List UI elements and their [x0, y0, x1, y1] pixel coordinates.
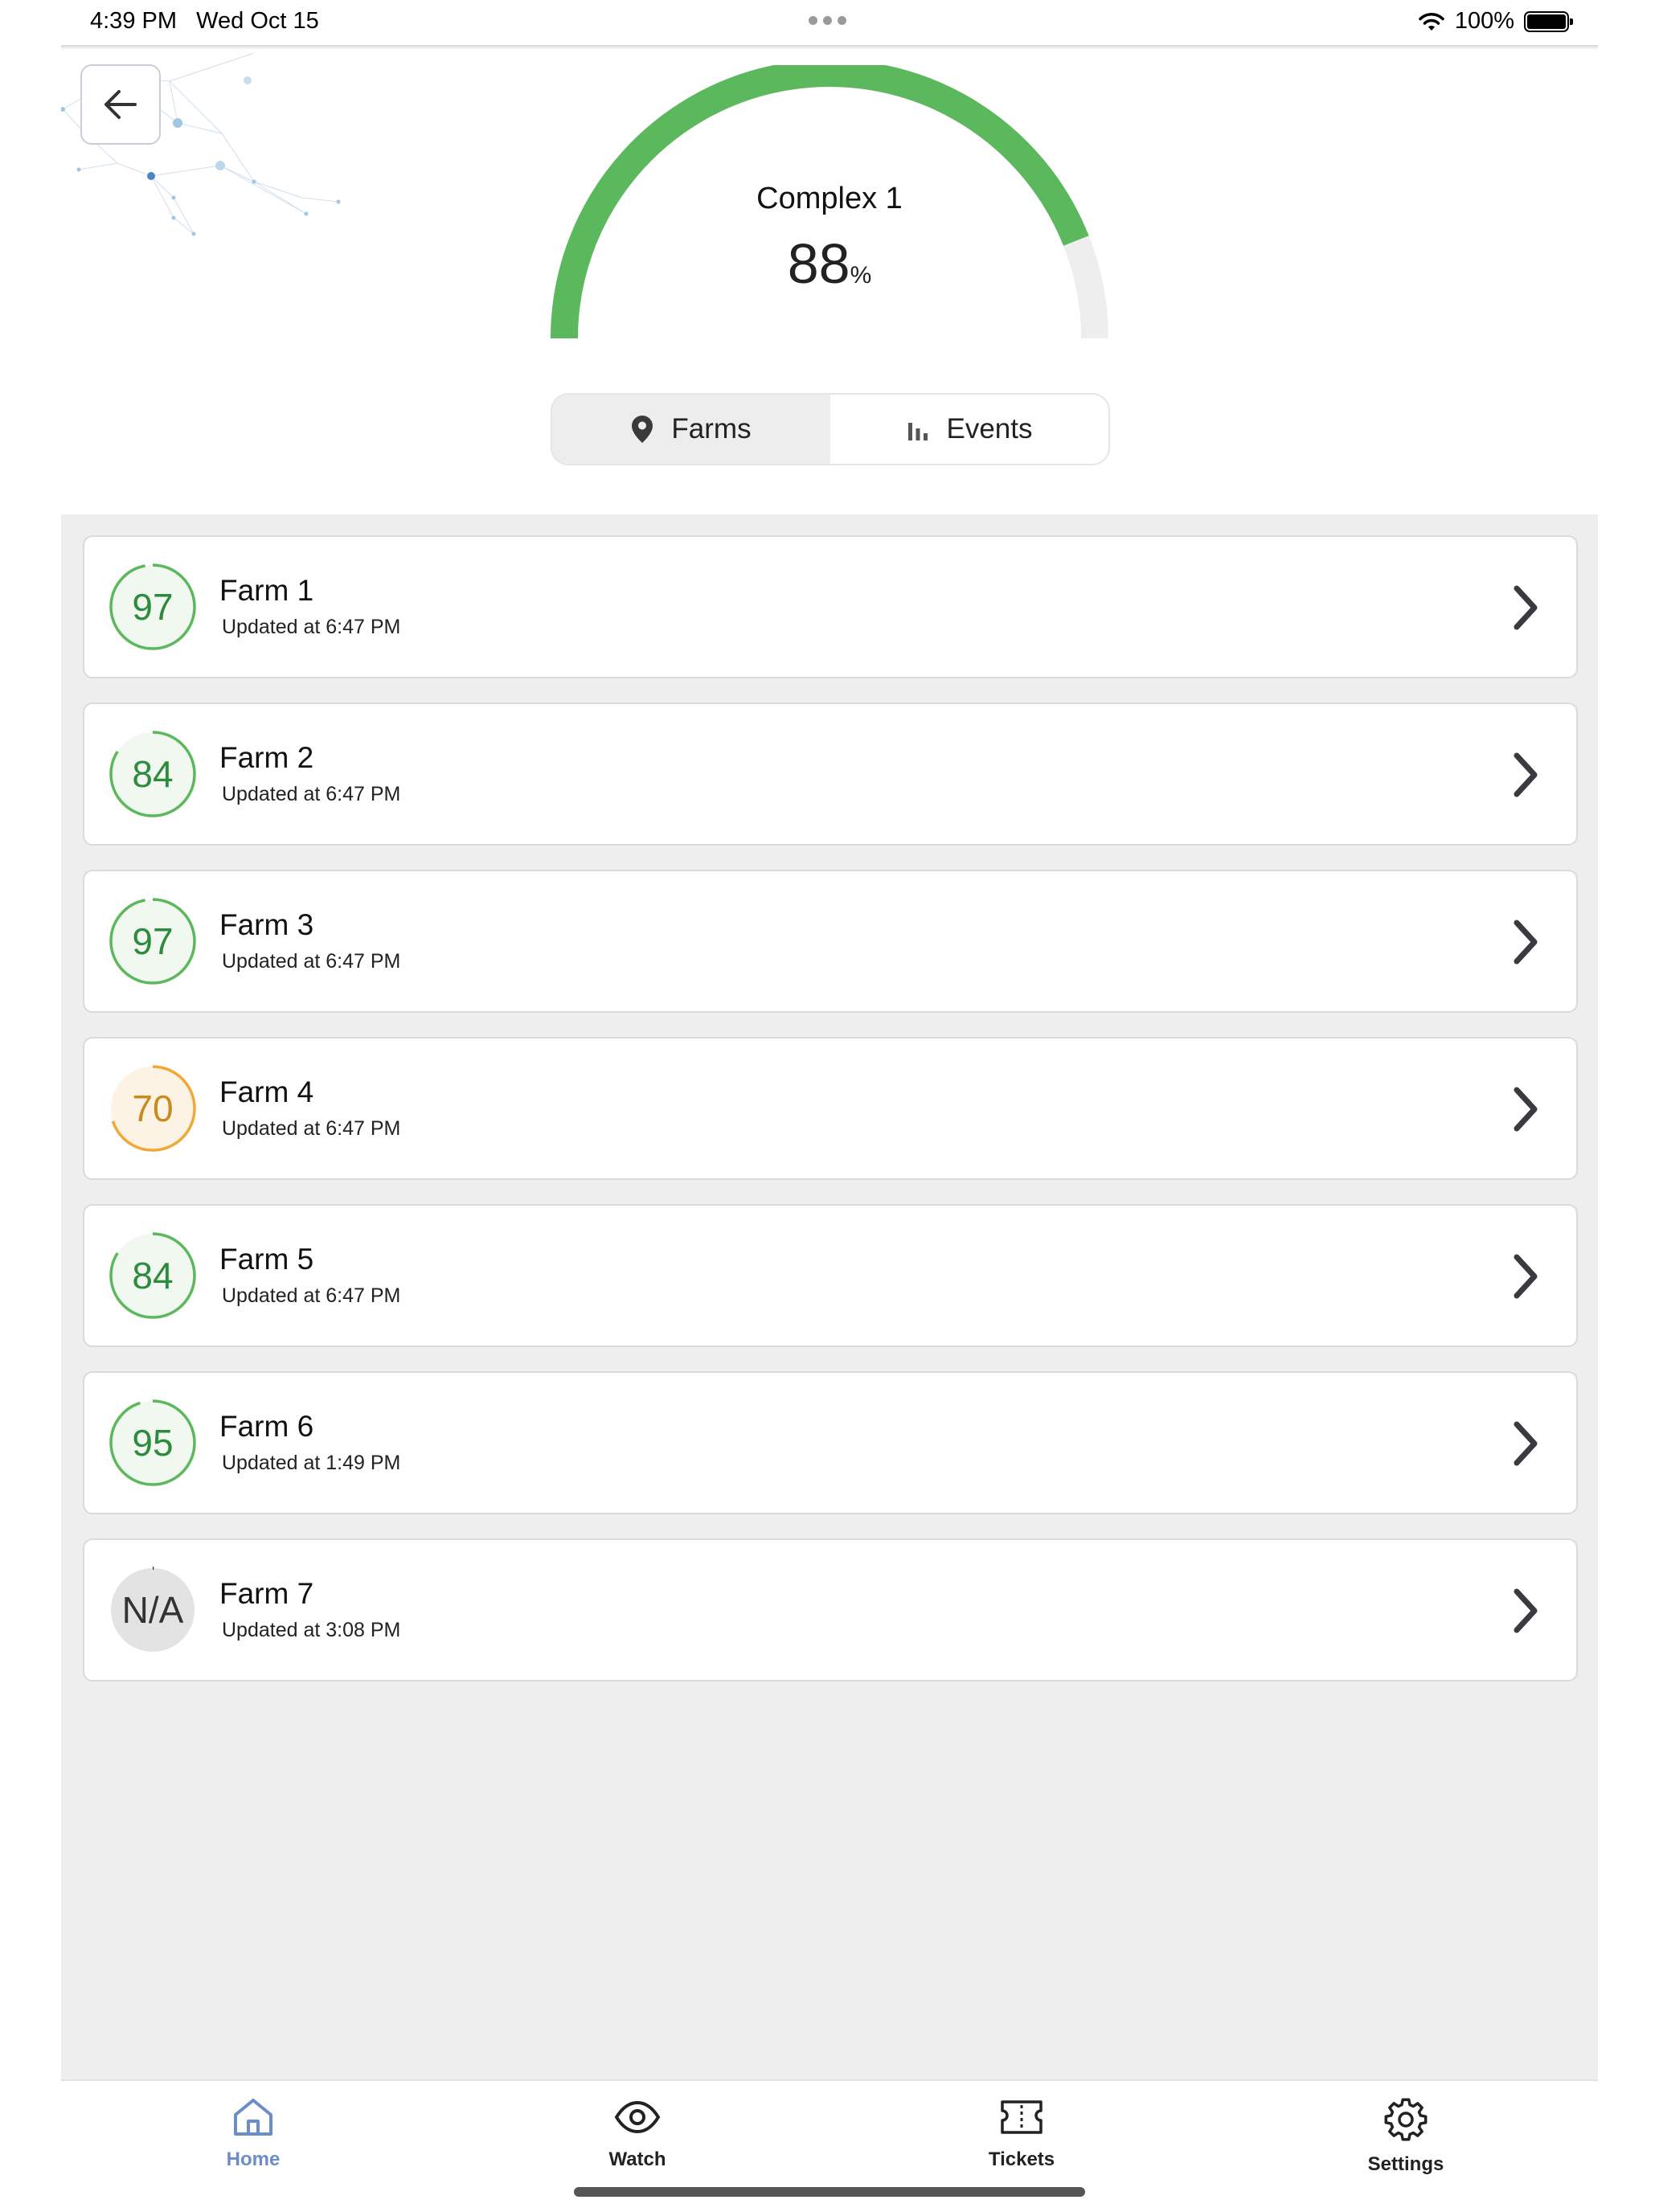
status-time: 4:39 PM Wed Oct 15	[90, 8, 319, 35]
farm-list-item[interactable]: 95 Farm 6 Updated at 1:49 PM	[83, 1371, 1578, 1514]
farm-score-ring: 97	[109, 897, 197, 985]
chevron-right-icon	[1514, 1421, 1538, 1466]
farm-list: 97 Farm 1 Updated at 6:47 PM 84 Farm 2 U…	[83, 535, 1578, 1706]
farm-name: Farm 5	[219, 1243, 314, 1276]
home-indicator	[574, 2187, 1085, 2197]
farm-updated-time: Updated at 1:49 PM	[222, 1452, 401, 1474]
farm-score-ring: 95	[109, 1399, 197, 1487]
battery-percent: 100%	[1454, 8, 1514, 34]
back-button[interactable]	[80, 64, 161, 145]
farm-list-item[interactable]: 84 Farm 5 Updated at 6:47 PM	[83, 1204, 1578, 1347]
tab-home-label: Home	[226, 2149, 281, 2170]
status-clock: 4:39 PM	[90, 8, 177, 34]
home-icon	[234, 2099, 272, 2136]
farm-score: 97	[132, 586, 174, 628]
location-pin-icon	[632, 416, 653, 443]
farm-name: Farm 1	[219, 574, 314, 607]
tab-farms-label: Farms	[671, 413, 752, 444]
tab-watch-label: Watch	[608, 2149, 666, 2170]
farm-name: Farm 4	[219, 1075, 314, 1108]
status-bar: 4:39 PM Wed Oct 15 100%	[0, 0, 1659, 45]
farm-list-item[interactable]: 97 Farm 3 Updated at 6:47 PM	[83, 870, 1578, 1013]
farm-score-ring: 84	[109, 730, 197, 818]
view-segmented-control: Farms Events	[551, 393, 1110, 465]
farm-score: 84	[132, 1255, 174, 1296]
farm-score: 70	[132, 1088, 174, 1129]
farm-score-ring: 97	[109, 563, 197, 651]
farm-name: Farm 3	[219, 908, 314, 941]
farm-score: N/A	[121, 1589, 184, 1631]
complex-name: Complex 1	[756, 182, 903, 215]
gear-icon	[1384, 2098, 1428, 2141]
farm-updated-time: Updated at 6:47 PM	[222, 616, 401, 638]
tab-home[interactable]: Home	[61, 2081, 445, 2212]
complex-score-unit: %	[850, 262, 872, 289]
farm-score: 84	[132, 753, 174, 795]
farm-list-item[interactable]: 84 Farm 2 Updated at 6:47 PM	[83, 703, 1578, 846]
farm-updated-time: Updated at 3:08 PM	[222, 1619, 401, 1641]
tab-events-label: Events	[946, 413, 1033, 444]
tab-tickets-label: Tickets	[988, 2149, 1055, 2170]
ticket-icon	[1001, 2100, 1043, 2134]
farm-list-item[interactable]: 97 Farm 1 Updated at 6:47 PM	[83, 535, 1578, 678]
farm-list-item[interactable]: 70 Farm 4 Updated at 6:47 PM	[83, 1037, 1578, 1180]
tab-settings[interactable]: Settings	[1214, 2081, 1598, 2212]
farm-score: 95	[132, 1422, 174, 1464]
arrow-left-icon	[104, 90, 137, 119]
status-indicators: 100%	[1418, 8, 1573, 35]
app-window: Complex 1 88% Farms Events 97 Farm 1 Upd…	[61, 45, 1598, 2212]
farm-updated-time: Updated at 6:47 PM	[222, 1117, 401, 1140]
farm-score-ring: 70	[109, 1064, 197, 1153]
farm-updated-time: Updated at 6:47 PM	[222, 783, 401, 805]
multitasking-dots-icon[interactable]	[809, 16, 846, 25]
farm-name: Farm 2	[219, 741, 314, 774]
farm-updated-time: Updated at 6:47 PM	[222, 950, 401, 973]
farm-name: Farm 7	[219, 1577, 314, 1610]
farm-list-item[interactable]: N/A Farm 7 Updated at 3:08 PM	[83, 1538, 1578, 1682]
farm-score-ring: 84	[109, 1231, 197, 1320]
farm-score-ring: N/A	[109, 1566, 197, 1654]
tab-events[interactable]: Events	[830, 395, 1108, 464]
chevron-right-icon	[1514, 752, 1538, 797]
status-date: Wed Oct 15	[196, 8, 319, 34]
tab-farms[interactable]: Farms	[552, 395, 830, 464]
eye-icon	[614, 2100, 661, 2134]
complex-score-value: 88	[787, 232, 850, 295]
complex-header: Complex 1 88% Farms Events	[61, 45, 1598, 514]
farm-score: 97	[132, 920, 174, 962]
complex-score: 88%	[61, 231, 1598, 296]
chevron-right-icon	[1514, 920, 1538, 965]
tab-settings-label: Settings	[1367, 2153, 1444, 2175]
chevron-right-icon	[1514, 1588, 1538, 1633]
wifi-icon	[1419, 12, 1444, 31]
chevron-right-icon	[1514, 585, 1538, 630]
farm-updated-time: Updated at 6:47 PM	[222, 1284, 401, 1307]
chevron-right-icon	[1514, 1254, 1538, 1299]
chevron-right-icon	[1514, 1087, 1538, 1132]
bar-chart-icon	[907, 423, 928, 440]
farm-name: Farm 6	[219, 1410, 314, 1443]
battery-icon	[1524, 10, 1573, 32]
